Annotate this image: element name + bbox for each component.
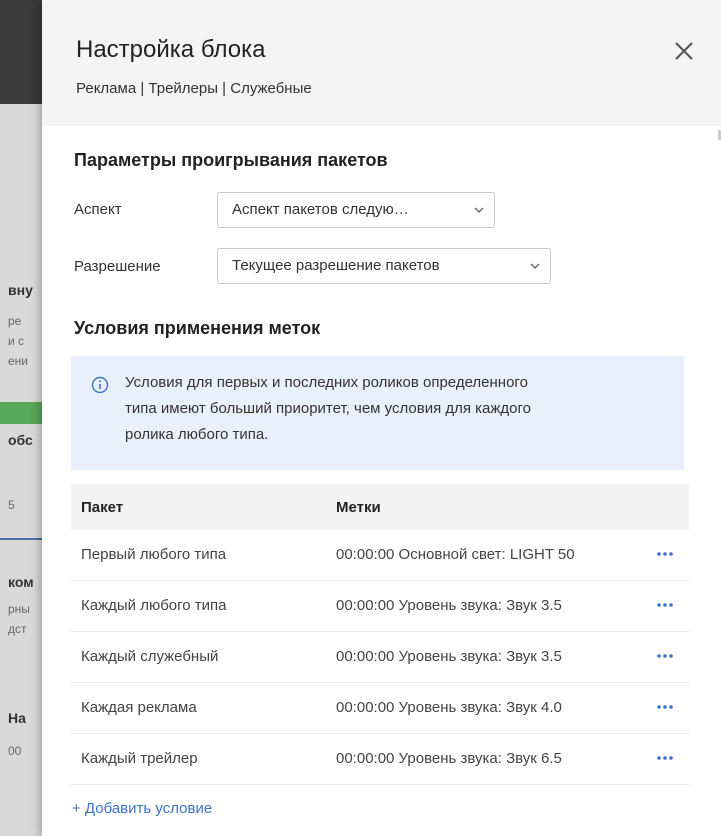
more-actions-icon[interactable]	[654, 751, 676, 765]
background-text: и с	[8, 334, 25, 348]
background-text: 00	[8, 744, 22, 758]
row-package: Каждый служебный	[81, 648, 219, 665]
conditions-section-title: Условия применения меток	[74, 318, 321, 338]
table-row[interactable]: Первый любого типа 00:00:00 Основной све…	[71, 530, 689, 581]
background-page: вну ре и с ени обс 5 ком рны дст На 00	[0, 0, 42, 836]
resolution-select[interactable]: Текущее разрешение пакетов	[217, 248, 551, 284]
background-text: дст	[8, 622, 27, 636]
row-package: Первый любого типа	[81, 546, 227, 563]
add-condition-link[interactable]: + Добавить условие	[72, 800, 212, 817]
table-row[interactable]: Каждый трейлер 00:00:00 Уровень звука: З…	[71, 734, 689, 785]
chevron-down-icon	[474, 207, 484, 213]
block-settings-panel: Настройка блока Реклама | Трейлеры | Слу…	[42, 0, 721, 836]
background-header	[0, 0, 42, 104]
more-actions-icon[interactable]	[654, 700, 676, 714]
resolution-select-value: Текущее разрешение пакетов	[232, 257, 440, 274]
row-package: Каждый трейлер	[81, 750, 198, 767]
background-divider	[0, 538, 42, 540]
background-text: ком	[8, 574, 34, 590]
conditions-table: Пакет Метки Первый любого типа 00:00:00 …	[71, 484, 689, 785]
aspect-label: Аспект	[74, 201, 122, 218]
row-marks: 00:00:00 Уровень звука: Звук 6.5	[336, 750, 562, 767]
more-actions-icon[interactable]	[654, 598, 676, 612]
info-icon	[91, 376, 109, 394]
info-notice: Условия для первых и последних роликов о…	[71, 356, 684, 470]
info-text-line: ролика любого типа.	[125, 426, 269, 443]
row-marks: 00:00:00 Уровень звука: Звук 3.5	[336, 597, 562, 614]
resolution-label: Разрешение	[74, 258, 161, 275]
row-package: Каждая реклама	[81, 699, 197, 716]
info-text-line: Условия для первых и последних роликов о…	[125, 374, 528, 391]
panel-subtitle: Реклама | Трейлеры | Служебные	[76, 80, 312, 97]
close-icon	[675, 42, 693, 60]
aspect-select-value: Аспект пакетов следую…	[232, 201, 409, 218]
background-text: вну	[8, 282, 33, 298]
table-row[interactable]: Каждый служебный 00:00:00 Уровень звука:…	[71, 632, 689, 683]
background-badge	[0, 402, 42, 424]
row-marks: 00:00:00 Основной свет: LIGHT 50	[336, 546, 575, 563]
close-button[interactable]	[671, 38, 697, 64]
table-row[interactable]: Каждая реклама 00:00:00 Уровень звука: З…	[71, 683, 689, 734]
background-text: обс	[8, 432, 33, 448]
info-text-line: типа имеют больший приоритет, чем услови…	[125, 400, 532, 417]
panel-title: Настройка блока	[76, 36, 266, 63]
more-actions-icon[interactable]	[654, 547, 676, 561]
background-text: ени	[8, 354, 29, 368]
background-text: рны	[8, 602, 30, 616]
panel-header: Настройка блока Реклама | Трейлеры | Слу…	[42, 0, 721, 126]
column-header-marks: Метки	[336, 499, 381, 516]
row-marks: 00:00:00 Уровень звука: Звук 4.0	[336, 699, 562, 716]
background-text: ре	[8, 314, 22, 328]
chevron-down-icon	[530, 263, 540, 269]
row-marks: 00:00:00 Уровень звука: Звук 3.5	[336, 648, 562, 665]
aspect-select[interactable]: Аспект пакетов следую…	[217, 192, 495, 228]
table-row[interactable]: Каждый любого типа 00:00:00 Уровень звук…	[71, 581, 689, 632]
more-actions-icon[interactable]	[654, 649, 676, 663]
playback-section-title: Параметры проигрывания пакетов	[74, 150, 388, 170]
info-text: Условия для первых и последних роликов о…	[125, 370, 665, 448]
table-header: Пакет Метки	[71, 484, 689, 530]
background-text: 5	[8, 498, 15, 512]
row-package: Каждый любого типа	[81, 597, 227, 614]
background-text: На	[8, 710, 26, 726]
column-header-package: Пакет	[81, 499, 124, 516]
